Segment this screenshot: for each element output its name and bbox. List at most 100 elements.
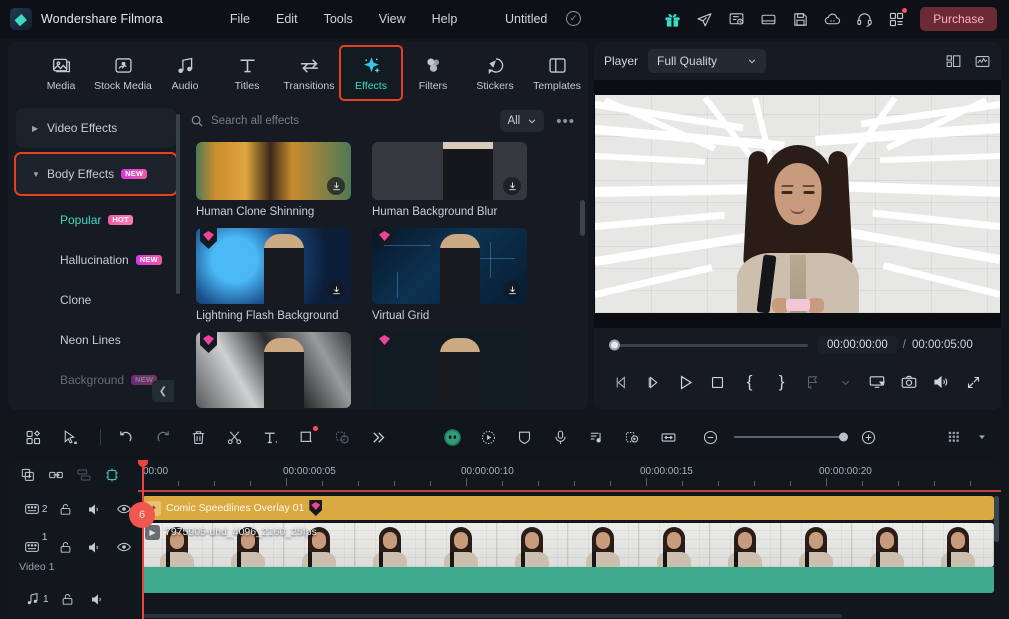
green-screen-button[interactable] bbox=[617, 422, 647, 452]
effect-card-math[interactable] bbox=[372, 332, 527, 408]
gift-icon[interactable] bbox=[656, 0, 688, 38]
waveform-scope-icon[interactable] bbox=[974, 53, 991, 70]
text-tool-button[interactable] bbox=[255, 422, 285, 452]
audio-detach-button[interactable] bbox=[581, 422, 611, 452]
effect-card-lightning-flash-background[interactable]: Lightning Flash Background bbox=[196, 228, 351, 322]
tab-filters[interactable]: Filters bbox=[402, 46, 464, 100]
track-header-audio-1[interactable]: 1 bbox=[8, 580, 138, 618]
effect-card-human-clone-shinning[interactable]: Human Clone Shinning bbox=[196, 142, 351, 218]
task-list-icon[interactable] bbox=[720, 0, 752, 38]
chevron-left-icon[interactable]: ❮ bbox=[152, 380, 174, 402]
effects-filter-dropdown[interactable]: All bbox=[500, 110, 545, 132]
apps-grid-icon[interactable] bbox=[880, 0, 912, 38]
track-header-video-2[interactable]: 2 bbox=[8, 490, 138, 528]
video-preview[interactable] bbox=[595, 95, 1000, 313]
zoom-in-button[interactable] bbox=[853, 422, 883, 452]
display-mode-button[interactable] bbox=[861, 366, 893, 398]
effect-card-human-background-blur[interactable]: Human Background Blur bbox=[372, 142, 527, 218]
seek-slider[interactable] bbox=[609, 339, 808, 351]
category-neon-lines[interactable]: Neon Lines bbox=[16, 320, 176, 360]
zoom-out-button[interactable] bbox=[695, 422, 725, 452]
effect-thumbnail[interactable] bbox=[372, 228, 527, 304]
zoom-slider[interactable] bbox=[734, 432, 848, 442]
snapshot-button[interactable] bbox=[893, 366, 925, 398]
voiceover-button[interactable] bbox=[545, 422, 575, 452]
menu-item-help[interactable]: Help bbox=[419, 7, 471, 31]
keyframe-button[interactable] bbox=[509, 422, 539, 452]
menu-item-view[interactable]: View bbox=[366, 7, 419, 31]
grid-layout-icon[interactable] bbox=[945, 53, 962, 70]
layout-icon[interactable] bbox=[752, 0, 784, 38]
save-icon[interactable] bbox=[784, 0, 816, 38]
effect-thumbnail[interactable] bbox=[196, 142, 351, 200]
mark-in-button[interactable]: { bbox=[734, 366, 766, 398]
timeline-ruler[interactable]: 00:00 00:00:00:05 00:00:00:10 00:00:00:1… bbox=[138, 460, 1001, 490]
fit-timeline-button[interactable] bbox=[653, 422, 683, 452]
category-clone[interactable]: Clone bbox=[16, 280, 176, 320]
tab-transitions[interactable]: Transitions bbox=[278, 46, 340, 100]
templates-panel-button[interactable] bbox=[18, 422, 48, 452]
timeline-clip-audio[interactable] bbox=[142, 567, 994, 593]
marker-button[interactable] bbox=[98, 461, 126, 489]
search-input[interactable] bbox=[211, 115, 494, 127]
effect-thumbnail[interactable] bbox=[372, 332, 527, 408]
lock-icon[interactable] bbox=[51, 532, 80, 562]
tab-media[interactable]: Media bbox=[30, 46, 92, 100]
category-video-effects[interactable]: ▶ Video Effects bbox=[16, 108, 176, 148]
export-dropdown-button[interactable] bbox=[829, 366, 861, 398]
category-body-effects[interactable]: ▼ Body Effects NEW bbox=[14, 152, 178, 196]
tab-effects[interactable]: Effects bbox=[339, 45, 403, 101]
auto-arrange-button[interactable] bbox=[70, 461, 98, 489]
category-scrollbar[interactable] bbox=[176, 114, 180, 294]
effects-grid-scrollbar[interactable] bbox=[580, 200, 585, 236]
mute-icon[interactable] bbox=[83, 584, 113, 614]
download-icon[interactable] bbox=[327, 177, 345, 195]
category-popular[interactable]: Popular HOT bbox=[16, 200, 176, 240]
cloud-sync-icon[interactable] bbox=[816, 0, 848, 38]
seek-handle[interactable] bbox=[609, 339, 620, 351]
timeline-horizontal-scrollbar[interactable] bbox=[142, 614, 842, 618]
effect-thumbnail[interactable] bbox=[372, 142, 527, 200]
redo-button[interactable] bbox=[147, 422, 177, 452]
effect-card-virtual-grid[interactable]: Virtual Grid bbox=[372, 228, 527, 322]
mute-icon[interactable] bbox=[80, 494, 109, 524]
selection-tool-button[interactable] bbox=[54, 422, 84, 452]
timeline-clip-overlay[interactable]: ✦ Comic Speedlines Overlay 01 bbox=[142, 496, 994, 520]
effect-thumbnail[interactable] bbox=[196, 228, 351, 304]
fullscreen-button[interactable] bbox=[957, 366, 989, 398]
volume-button[interactable] bbox=[925, 366, 957, 398]
export-frame-button[interactable] bbox=[798, 366, 830, 398]
split-button[interactable] bbox=[219, 422, 249, 452]
crop-tool-button[interactable] bbox=[291, 422, 321, 452]
current-timecode[interactable]: 00:00:00:00 bbox=[818, 336, 897, 354]
tab-templates[interactable]: Templates bbox=[526, 46, 588, 100]
effect-thumbnail[interactable] bbox=[196, 332, 351, 408]
category-hallucination[interactable]: Hallucination NEW bbox=[16, 240, 176, 280]
menu-item-file[interactable]: File bbox=[217, 7, 263, 31]
previous-frame-button[interactable] bbox=[606, 366, 638, 398]
track-manager-button[interactable] bbox=[939, 422, 969, 452]
stop-button[interactable] bbox=[702, 366, 734, 398]
track-header-video-1[interactable]: 1 Video 1 bbox=[8, 528, 138, 580]
undo-button[interactable] bbox=[111, 422, 141, 452]
delete-button[interactable] bbox=[183, 422, 213, 452]
more-tools-button[interactable] bbox=[363, 422, 393, 452]
headset-support-icon[interactable] bbox=[848, 0, 880, 38]
purchase-button[interactable]: Purchase bbox=[920, 7, 997, 31]
effects-more-button[interactable]: ••• bbox=[551, 113, 580, 130]
eye-icon[interactable] bbox=[109, 532, 138, 562]
tab-audio[interactable]: Audio bbox=[154, 46, 216, 100]
mute-icon[interactable] bbox=[80, 532, 109, 562]
add-track-button[interactable] bbox=[14, 461, 42, 489]
link-clips-button[interactable] bbox=[42, 461, 70, 489]
menu-item-edit[interactable]: Edit bbox=[263, 7, 311, 31]
tab-stock-media[interactable]: Stock Media bbox=[92, 46, 154, 100]
download-icon[interactable] bbox=[327, 281, 345, 299]
send-icon[interactable] bbox=[688, 0, 720, 38]
timeline-playhead[interactable]: 6 bbox=[129, 460, 155, 619]
quality-dropdown[interactable]: Full Quality bbox=[648, 49, 767, 73]
menu-item-tools[interactable]: Tools bbox=[311, 7, 366, 31]
timeline-vertical-scrollbar[interactable] bbox=[994, 496, 999, 542]
tab-titles[interactable]: Titles bbox=[216, 46, 278, 100]
lock-icon[interactable] bbox=[53, 584, 83, 614]
